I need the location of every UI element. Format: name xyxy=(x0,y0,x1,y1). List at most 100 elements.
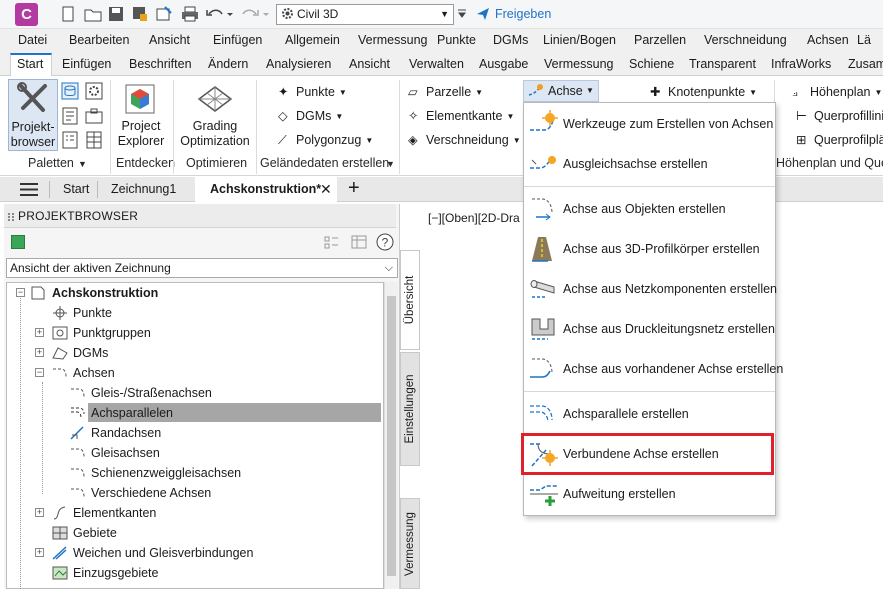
achse-dropdown-button[interactable]: Achse ▼ xyxy=(523,80,599,102)
print-icon[interactable] xyxy=(181,6,199,22)
menu-item-achse-aus-netzkomponenten[interactable]: Achse aus Netzkomponenten erstellen xyxy=(524,269,777,309)
properties-icon[interactable] xyxy=(60,130,80,150)
expand-toggle[interactable]: + xyxy=(35,348,44,357)
tab-schiene[interactable]: Schiene xyxy=(629,57,674,71)
side-tab-uebersicht[interactable]: Übersicht xyxy=(400,250,420,350)
viewport-controls[interactable]: [−][Oben][2D-Dra xyxy=(428,211,520,225)
hamburger-menu-icon[interactable] xyxy=(20,183,38,196)
table-icon[interactable] xyxy=(84,130,104,150)
side-tab-einstellungen[interactable]: Einstellungen xyxy=(400,352,420,466)
menu-einfuegen[interactable]: Einfügen xyxy=(213,33,262,47)
menu-item-achse-aus-druckleitungsnetz[interactable]: Achse aus Druckleitungsnetz erstellen xyxy=(524,309,775,349)
drawing-icon[interactable] xyxy=(11,235,25,249)
cloud-save-icon[interactable] xyxy=(156,6,172,22)
knotenpunkte-button[interactable]: ✚ Knotenpunkte ▼ xyxy=(650,83,757,101)
grading-optimization-label: Grading Optimization xyxy=(180,119,250,148)
help-icon[interactable]: ? xyxy=(376,233,394,251)
tab-ausgabe[interactable]: Ausgabe xyxy=(479,57,528,71)
tab-aendern[interactable]: Ändern xyxy=(208,57,248,71)
doc-tab-achskonstruktion[interactable]: Achskonstruktion* xyxy=(210,182,321,196)
menu-datei[interactable]: Datei xyxy=(18,33,47,47)
best-fit-alignment-icon xyxy=(528,150,560,178)
tab-verwalten[interactable]: Verwalten xyxy=(409,57,464,71)
menu-achsen[interactable]: Achsen xyxy=(807,33,849,47)
view-options-icon[interactable] xyxy=(351,235,367,249)
tab-vermessung[interactable]: Vermessung xyxy=(544,57,613,71)
panel-label-gelaendedaten[interactable]: Geländedaten erstellen xyxy=(260,156,389,170)
panel-label-paletten[interactable]: Paletten xyxy=(28,156,74,170)
collapse-toggle[interactable]: − xyxy=(16,288,25,297)
menu-item-achse-aus-vorhandener-achse[interactable]: Achse aus vorhandener Achse erstellen xyxy=(524,349,783,389)
tab-zusammenarbeiten[interactable]: Zusam xyxy=(848,57,883,71)
open-folder-icon[interactable] xyxy=(84,6,102,22)
doc-tab-start[interactable]: Start xyxy=(63,182,89,196)
share-icon[interactable] xyxy=(476,7,490,21)
menu-allgemein[interactable]: Allgemein xyxy=(285,33,340,47)
customize-qat-icon[interactable] xyxy=(457,9,467,19)
new-tab-icon[interactable]: + xyxy=(348,178,360,198)
save-icon[interactable] xyxy=(108,6,124,22)
data-icon[interactable] xyxy=(60,106,80,126)
undo-icon[interactable] xyxy=(205,6,233,22)
expand-toggle[interactable]: + xyxy=(35,508,44,517)
project-explorer-button[interactable]: Project Explorer xyxy=(115,79,167,151)
verschneidung-button[interactable]: ◈ Verschneidung ▼ xyxy=(408,131,521,149)
grip-icon[interactable] xyxy=(8,213,14,221)
parzelle-button[interactable]: ▱ Parzelle ▼ xyxy=(408,83,483,101)
tab-start[interactable]: Start xyxy=(17,57,43,71)
side-tab-vermessung[interactable]: Vermessung xyxy=(400,498,420,589)
offset-alignment-icon xyxy=(70,406,86,420)
menu-item-achse-aus-3d-profilkoerper[interactable]: Achse aus 3D-Profilkörper erstellen xyxy=(524,229,775,269)
tab-einfuegen[interactable]: Einfügen xyxy=(62,57,111,71)
doc-tab-zeichnung1[interactable]: Zeichnung1 xyxy=(111,182,176,196)
menu-item-ausgleichsachse[interactable]: Ausgleichsachse erstellen xyxy=(524,144,775,184)
elementkante-button[interactable]: ✧ Elementkante ▼ xyxy=(408,107,514,125)
tab-ansicht[interactable]: Ansicht xyxy=(349,57,390,71)
querprofillinie-button[interactable]: ⊢ Querprofillini xyxy=(796,107,883,125)
tab-infraworks[interactable]: InfraWorks xyxy=(771,57,831,71)
project-browser-button[interactable]: Projekt- browser xyxy=(8,79,58,151)
menu-item-werkzeuge-achsen[interactable]: Werkzeuge zum Erstellen von Achsen xyxy=(524,104,775,144)
menu-punkte[interactable]: Punkte xyxy=(437,33,476,47)
toolspace-icon[interactable] xyxy=(60,81,80,101)
app-logo-icon[interactable]: C xyxy=(15,3,38,26)
menu-bearbeiten[interactable]: Bearbeiten xyxy=(69,33,129,47)
share-button[interactable]: Freigeben xyxy=(495,7,551,21)
expand-toggle[interactable]: + xyxy=(35,548,44,557)
collapse-toggle[interactable]: − xyxy=(35,368,44,377)
workspace-select[interactable]: Civil 3D ▼ xyxy=(276,4,454,25)
collapse-tree-icon[interactable] xyxy=(323,235,339,249)
grading-optimization-button[interactable]: Grading Optimization xyxy=(178,79,252,151)
expand-toggle[interactable]: + xyxy=(35,328,44,337)
menu-parzellen[interactable]: Parzellen xyxy=(634,33,686,47)
new-file-icon[interactable] xyxy=(60,6,76,22)
dgms-button[interactable]: ◇ DGMs ▼ xyxy=(278,107,343,125)
menu-linien-bogen[interactable]: Linien/Bogen xyxy=(543,33,616,47)
hoehenplan-button[interactable]: ⟓ Höhenplan ▼ xyxy=(792,83,882,101)
scrollbar-thumb[interactable] xyxy=(387,296,396,576)
menu-item-aufweitung-erstellen[interactable]: Aufweitung erstellen xyxy=(524,474,775,514)
menu-item-achse-aus-objekten[interactable]: Achse aus Objekten erstellen xyxy=(524,189,775,229)
chevron-down-icon[interactable]: ▼ xyxy=(78,159,87,169)
chevron-down-icon[interactable]: ▼ xyxy=(386,159,395,169)
punkte-button[interactable]: ✦ Punkte ▼ xyxy=(278,83,347,101)
tab-beschriften[interactable]: Beschriften xyxy=(129,57,192,71)
close-tab-icon[interactable]: ✕ xyxy=(320,181,332,198)
menu-item-achsparallele-erstellen[interactable]: Achsparallele erstellen xyxy=(524,394,775,434)
querprofilplan-button[interactable]: ⊞ Querprofilplä xyxy=(796,131,883,149)
menu-verschneidung[interactable]: Verschneidung xyxy=(704,33,787,47)
chevron-down-icon: ▼ xyxy=(440,9,449,19)
menu-laengsschnitte[interactable]: Lä xyxy=(857,33,871,47)
tab-analysieren[interactable]: Analysieren xyxy=(266,57,331,71)
tab-transparent[interactable]: Transparent xyxy=(689,57,756,71)
polygonzug-button[interactable]: ⟋ Polygonzug ▼ xyxy=(278,131,373,149)
menu-vermessung[interactable]: Vermessung xyxy=(358,33,427,47)
save-as-icon[interactable] xyxy=(132,6,148,22)
view-select[interactable]: Ansicht der aktiven Zeichnung ⌵ xyxy=(6,258,398,278)
toolbox-icon[interactable] xyxy=(84,106,104,126)
menu-ansicht[interactable]: Ansicht xyxy=(149,33,190,47)
menu-dgms[interactable]: DGMs xyxy=(493,33,528,47)
tree-scrollbar[interactable] xyxy=(384,282,398,589)
redo-icon[interactable] xyxy=(240,6,270,22)
settings-icon[interactable] xyxy=(84,81,104,101)
